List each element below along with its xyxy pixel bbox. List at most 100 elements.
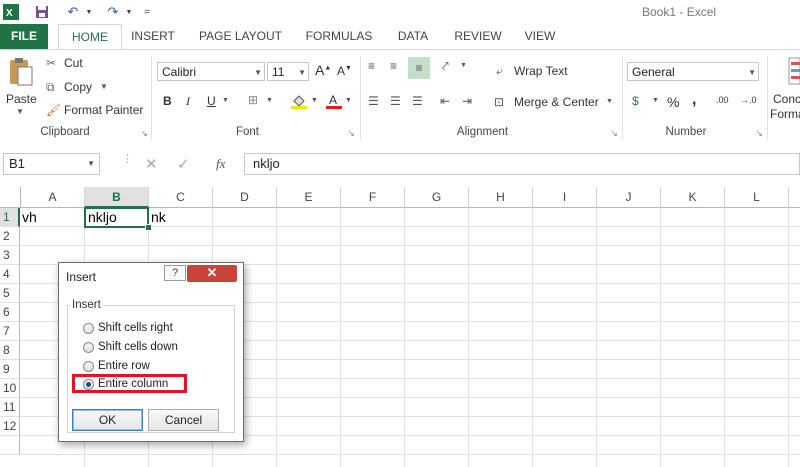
- bold-button[interactable]: B: [163, 94, 172, 108]
- merge-dropdown-icon[interactable]: ▼: [606, 98, 613, 105]
- tab-view[interactable]: VIEW: [518, 24, 562, 49]
- underline-dropdown-icon[interactable]: ▼: [222, 97, 229, 104]
- orientation-icon[interactable]: ⤤: [442, 59, 449, 74]
- decrease-font-icon[interactable]: A▼: [337, 64, 352, 78]
- tab-page-layout[interactable]: PAGE LAYOUT: [193, 24, 288, 49]
- formula-input[interactable]: nkljo: [244, 153, 800, 175]
- accounting-format-icon[interactable]: $: [632, 94, 639, 108]
- fill-color-icon[interactable]: [290, 92, 308, 110]
- option-shift-cells-down[interactable]: Shift cells down: [83, 339, 178, 355]
- column-header-j[interactable]: J: [597, 187, 661, 208]
- row-header-12[interactable]: 12: [0, 417, 20, 436]
- column-header-e[interactable]: E: [277, 187, 341, 208]
- column-header-b[interactable]: B: [85, 187, 149, 208]
- redo-icon[interactable]: ↷: [102, 3, 124, 21]
- copy-dropdown-icon[interactable]: ▼: [100, 82, 108, 91]
- conditional-formatting-label-2[interactable]: Forma: [770, 107, 800, 121]
- increase-font-icon[interactable]: A▲: [315, 62, 331, 78]
- cell-b1[interactable]: nkljo: [88, 208, 117, 227]
- tab-home[interactable]: HOME: [58, 24, 122, 50]
- paste-dropdown-icon[interactable]: ▼: [16, 107, 24, 116]
- orientation-dropdown-icon[interactable]: ▼: [460, 62, 467, 69]
- undo-dropdown-icon[interactable]: ▼: [85, 3, 93, 21]
- row-header-1[interactable]: 1: [0, 208, 20, 227]
- align-left-icon[interactable]: ☰: [368, 94, 379, 108]
- cancel-button[interactable]: Cancel: [148, 409, 219, 431]
- number-launcher-icon[interactable]: ↘: [756, 129, 763, 138]
- decrease-decimal-button[interactable]: →.0: [740, 95, 757, 105]
- name-box[interactable]: B1 ▼: [3, 153, 100, 175]
- borders-dropdown-icon[interactable]: ▼: [266, 97, 273, 104]
- font-color-icon[interactable]: A: [325, 92, 343, 110]
- font-name-combo[interactable]: Calibri ▼: [157, 62, 265, 81]
- clipboard-launcher-icon[interactable]: ↘: [141, 129, 148, 138]
- tab-formulas[interactable]: FORMULAS: [300, 24, 378, 49]
- cancel-entry-icon[interactable]: ✕: [145, 155, 158, 173]
- font-size-combo[interactable]: 11 ▼: [267, 62, 309, 81]
- increase-indent-icon[interactable]: ⇥: [462, 94, 472, 108]
- column-header-g[interactable]: G: [405, 187, 469, 208]
- percent-style-button[interactable]: %: [667, 94, 679, 110]
- radio-button[interactable]: [83, 341, 94, 353]
- column-header-h[interactable]: H: [469, 187, 533, 208]
- row-header-3[interactable]: 3: [0, 246, 20, 265]
- tab-review[interactable]: REVIEW: [448, 24, 508, 49]
- row-header-11[interactable]: 11: [0, 398, 20, 417]
- column-header-d[interactable]: D: [213, 187, 277, 208]
- confirm-entry-icon[interactable]: ✓: [177, 155, 190, 173]
- radio-button[interactable]: [83, 322, 94, 334]
- tab-file[interactable]: FILE: [0, 24, 48, 49]
- redo-dropdown-icon[interactable]: ▼: [125, 3, 133, 21]
- close-button[interactable]: ✕: [187, 265, 237, 282]
- cell-c1[interactable]: nk: [151, 208, 166, 227]
- row-header-2[interactable]: 2: [0, 227, 20, 246]
- top-align-icon[interactable]: ≡: [368, 59, 375, 73]
- tab-insert[interactable]: INSERT: [126, 24, 180, 49]
- conditional-formatting-label-1[interactable]: Conc: [773, 92, 800, 106]
- column-header-l[interactable]: L: [725, 187, 789, 208]
- column-header-partial[interactable]: [789, 187, 800, 208]
- row-header-6[interactable]: 6: [0, 303, 20, 322]
- column-header-a[interactable]: A: [21, 187, 85, 208]
- wrap-text-button[interactable]: Wrap Text: [514, 64, 568, 78]
- font-color-dropdown-icon[interactable]: ▼: [345, 97, 352, 104]
- bottom-align-icon[interactable]: ≡: [408, 57, 430, 79]
- align-center-icon[interactable]: ☰: [390, 94, 401, 108]
- row-header-13[interactable]: [0, 436, 20, 455]
- number-format-combo[interactable]: General ▼: [627, 62, 759, 81]
- accounting-dropdown-icon[interactable]: ▼: [652, 97, 659, 104]
- paste-icon[interactable]: [4, 56, 36, 88]
- customize-qat-icon[interactable]: =: [140, 3, 154, 21]
- format-painter-button[interactable]: Format Painter: [64, 103, 143, 117]
- select-all-corner[interactable]: [0, 187, 21, 208]
- row-header-7[interactable]: 7: [0, 322, 20, 341]
- radio-button[interactable]: [83, 360, 94, 372]
- help-button[interactable]: ?: [164, 265, 186, 281]
- paste-button[interactable]: Paste: [6, 92, 37, 106]
- column-header-k[interactable]: K: [661, 187, 725, 208]
- conditional-formatting-icon[interactable]: [787, 56, 800, 86]
- column-header-i[interactable]: I: [533, 187, 597, 208]
- alignment-launcher-icon[interactable]: ↘: [611, 129, 618, 138]
- copy-button[interactable]: Copy: [64, 80, 92, 94]
- ok-button[interactable]: OK: [72, 409, 143, 431]
- row-header-10[interactable]: 10: [0, 379, 20, 398]
- font-launcher-icon[interactable]: ↘: [348, 129, 355, 138]
- row-header-9[interactable]: 9: [0, 360, 20, 379]
- column-header-c[interactable]: C: [149, 187, 213, 208]
- option-entire-row[interactable]: Entire row: [83, 358, 150, 374]
- underline-button[interactable]: U: [207, 94, 216, 108]
- row-header-4[interactable]: 4: [0, 265, 20, 284]
- comma-style-button[interactable]: ,: [692, 91, 696, 109]
- cut-button[interactable]: Cut: [64, 56, 83, 70]
- row-header-5[interactable]: 5: [0, 284, 20, 303]
- fill-dropdown-icon[interactable]: ▼: [311, 97, 318, 104]
- increase-decimal-button[interactable]: .00: [716, 95, 729, 105]
- middle-align-icon[interactable]: ≡: [390, 59, 397, 73]
- decrease-indent-icon[interactable]: ⇤: [440, 94, 450, 108]
- option-shift-cells-right[interactable]: Shift cells right: [83, 320, 173, 336]
- column-header-f[interactable]: F: [341, 187, 405, 208]
- borders-icon[interactable]: ⊞: [248, 93, 258, 107]
- tab-data[interactable]: DATA: [390, 24, 436, 49]
- save-icon[interactable]: [33, 3, 51, 21]
